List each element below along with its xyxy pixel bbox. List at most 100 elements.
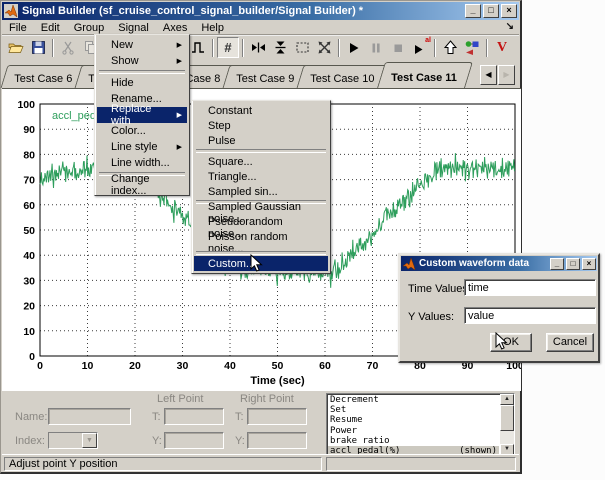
dock-arrow-icon[interactable]: ↘ bbox=[506, 21, 514, 32]
close-button[interactable]: × bbox=[501, 4, 517, 18]
y-values-input[interactable] bbox=[464, 307, 596, 324]
submenu-item[interactable]: Sampled sin... bbox=[194, 184, 328, 199]
index-dropdown[interactable]: ▼ bbox=[48, 432, 98, 449]
signal-list-item[interactable]: Resume bbox=[328, 415, 499, 425]
menu-item[interactable]: Change index... bbox=[97, 177, 187, 193]
right-t-field[interactable] bbox=[247, 408, 307, 425]
cancel-button[interactable]: Cancel bbox=[546, 333, 594, 352]
snap-grid-button[interactable]: # bbox=[217, 37, 239, 58]
open-folder-icon bbox=[8, 40, 24, 55]
toolbar-separator bbox=[212, 39, 214, 57]
up-arrow-icon bbox=[443, 40, 458, 55]
dialog-minimize-button[interactable]: _ bbox=[550, 258, 564, 270]
cut-scissors-icon bbox=[61, 40, 75, 55]
pause-icon bbox=[369, 41, 383, 55]
title-bar[interactable]: Signal Builder (sf_cruise_control_signal… bbox=[2, 2, 519, 20]
menubar-item[interactable]: Signal bbox=[111, 21, 156, 35]
svg-text:10: 10 bbox=[82, 360, 94, 372]
zoom-region-button[interactable] bbox=[291, 37, 313, 58]
tab-label: Test Case 10 bbox=[311, 73, 375, 85]
menu-item[interactable] bbox=[99, 70, 185, 74]
menubar-item[interactable]: Group bbox=[67, 21, 112, 35]
svg-text:60: 60 bbox=[23, 200, 35, 212]
svg-text:0: 0 bbox=[29, 351, 35, 363]
minimize-button[interactable]: _ bbox=[465, 4, 481, 18]
listbox-scrollbar[interactable]: ▲ ▼ bbox=[500, 394, 514, 455]
signal-name: Set bbox=[330, 405, 346, 415]
snap-vertical-button[interactable] bbox=[269, 37, 291, 58]
menu-item[interactable]: Color... bbox=[97, 123, 187, 139]
signal-name: Power bbox=[330, 426, 357, 436]
maximize-button[interactable]: □ bbox=[483, 4, 499, 18]
zoom-fit-button[interactable] bbox=[313, 37, 335, 58]
signal-list-item[interactable]: Set bbox=[328, 405, 499, 415]
svg-text:40: 40 bbox=[224, 360, 236, 372]
menu-item[interactable]: Hide bbox=[97, 75, 187, 91]
stop-button[interactable] bbox=[387, 37, 409, 58]
dialog-title-bar[interactable]: Custom waveform data _ □ × bbox=[401, 256, 597, 271]
left-t-label: T: bbox=[152, 411, 161, 423]
time-values-input[interactable] bbox=[464, 279, 596, 296]
left-y-field[interactable] bbox=[164, 432, 224, 449]
signal-list-item[interactable]: brake ratio bbox=[328, 436, 499, 446]
submenu-item[interactable]: Poisson random noise... bbox=[194, 235, 328, 250]
dropdown-arrow-icon[interactable]: ▼ bbox=[82, 433, 97, 448]
submenu-item[interactable] bbox=[196, 149, 326, 153]
menu-item[interactable]: Line width... bbox=[97, 155, 187, 171]
menu-item-label: Change index... bbox=[111, 173, 171, 197]
save-button[interactable] bbox=[27, 37, 49, 58]
verify-button[interactable]: V bbox=[491, 37, 513, 58]
toolbar-separator bbox=[338, 39, 340, 57]
left-t-field[interactable] bbox=[164, 408, 224, 425]
status-panel bbox=[326, 457, 516, 471]
scrollbar-thumb[interactable] bbox=[500, 405, 514, 431]
submenu-item[interactable]: Pulse bbox=[194, 133, 328, 148]
menubar-item[interactable]: Help bbox=[194, 21, 231, 35]
menu-item-label: Show bbox=[111, 55, 139, 67]
menu-item-label: Hide bbox=[111, 77, 134, 89]
submenu-item[interactable]: Step bbox=[194, 118, 328, 133]
open-button[interactable] bbox=[5, 37, 27, 58]
svg-text:30: 30 bbox=[177, 360, 189, 372]
cut-button[interactable] bbox=[57, 37, 79, 58]
y-values-label: Y Values: bbox=[408, 311, 454, 323]
left-y-label: Y: bbox=[152, 435, 162, 447]
signal-list-item[interactable]: Decrement bbox=[328, 395, 499, 405]
menu-item[interactable]: Line style ▶ bbox=[97, 139, 187, 155]
simulink-button[interactable] bbox=[461, 37, 483, 58]
submenu-item-label: Step bbox=[208, 120, 231, 132]
submenu-item[interactable]: Constant bbox=[194, 103, 328, 118]
new-signal-button[interactable] bbox=[187, 37, 209, 58]
menu-item[interactable]: Replace with ▶ bbox=[97, 107, 187, 123]
dialog-maximize-button[interactable]: □ bbox=[566, 258, 580, 270]
scroll-up-icon[interactable]: ▲ bbox=[500, 394, 514, 405]
test-case-tab[interactable]: Test Case 11 bbox=[377, 62, 473, 88]
replace-with-submenu: Constant Step Pulse Square... bbox=[191, 100, 331, 274]
play-button[interactable] bbox=[343, 37, 365, 58]
vertical-snap-icon bbox=[273, 40, 288, 55]
pause-button[interactable] bbox=[365, 37, 387, 58]
tab-label: Test Case 11 bbox=[391, 72, 457, 84]
menubar-item[interactable]: File bbox=[2, 21, 34, 35]
test-case-tab[interactable]: Test Case 10 bbox=[297, 65, 390, 88]
submenu-item[interactable]: Triangle... bbox=[194, 169, 328, 184]
matlab-dialog-icon bbox=[402, 257, 416, 271]
submenu-arrow-icon: ▶ bbox=[177, 57, 182, 65]
submenu-item[interactable]: Square... bbox=[194, 154, 328, 169]
signal-listbox[interactable]: Decrement Set Resume Power bbox=[326, 393, 515, 456]
menubar-item[interactable]: Edit bbox=[34, 21, 67, 35]
menu-item[interactable]: Show ▶ bbox=[97, 53, 187, 69]
name-field[interactable] bbox=[48, 408, 131, 425]
tab-scroll-right-button[interactable]: ▶ bbox=[498, 65, 515, 85]
dialog-close-button[interactable]: × bbox=[582, 258, 596, 270]
play-all-button[interactable]: al bbox=[409, 37, 431, 58]
signal-name-label: accl_ped bbox=[52, 110, 96, 122]
menu-item[interactable]: New ▶ bbox=[97, 37, 187, 53]
tab-scroll-left-button[interactable]: ◀ bbox=[480, 65, 497, 85]
snap-horizontal-button[interactable] bbox=[247, 37, 269, 58]
export-up-button[interactable] bbox=[439, 37, 461, 58]
svg-text:10: 10 bbox=[23, 326, 35, 338]
signal-list-item[interactable]: Power bbox=[328, 426, 499, 436]
menubar-item[interactable]: Axes bbox=[156, 21, 194, 35]
right-y-field[interactable] bbox=[247, 432, 307, 449]
